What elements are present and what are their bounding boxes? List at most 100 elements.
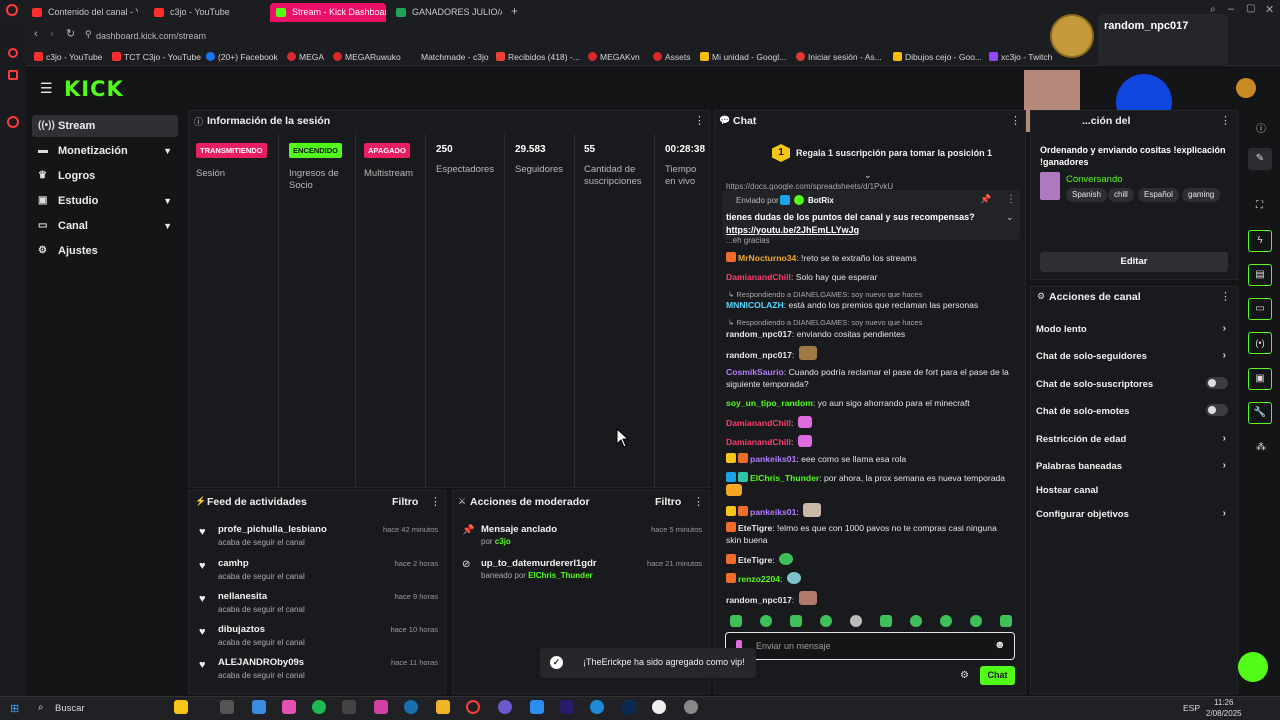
bookmark[interactable]: Dibujos cejo - Goo...	[893, 51, 982, 63]
spotify-icon[interactable]	[312, 700, 326, 714]
photoshop-icon[interactable]	[622, 700, 636, 714]
sidebar-item-monetizacion[interactable]: ▬ Monetización ▼	[32, 140, 178, 162]
broadcast-icon[interactable]: (•)	[1248, 332, 1272, 354]
action-restriccion-edad[interactable]: Restricción de edad ›	[1036, 433, 1230, 445]
user-avatar[interactable]	[1236, 78, 1256, 98]
emote-icon[interactable]	[940, 615, 952, 627]
tag-chip[interactable]: chill	[1108, 188, 1134, 202]
opera-logo-icon[interactable]	[6, 4, 18, 16]
back-icon[interactable]: ‹	[34, 28, 38, 40]
emote-icon[interactable]	[970, 615, 982, 627]
language-indicator[interactable]: ESP	[1183, 703, 1200, 713]
taskbar-app-icon[interactable]	[530, 700, 544, 714]
chat-input-box[interactable]: Enviar un mensaje ☻	[725, 632, 1015, 660]
category-thumbnail[interactable]	[1040, 172, 1060, 200]
forward-icon[interactable]: ›	[50, 28, 54, 40]
url-field[interactable]: dashboard.kick.com/stream	[96, 28, 816, 44]
emote-icon[interactable]	[850, 615, 862, 627]
taskbar-app-icon[interactable]	[282, 700, 296, 714]
bookmark[interactable]: Recibidos (418) -...	[496, 51, 580, 63]
feed-menu-icon[interactable]: ⋮	[430, 495, 441, 508]
emoji-icon[interactable]: ☻	[994, 639, 1006, 651]
close-window-icon[interactable]: ✕	[1265, 3, 1274, 16]
wrench-icon[interactable]: 🔧	[1248, 402, 1272, 424]
mod-filter-button[interactable]: Filtro	[655, 496, 681, 508]
emote-icon[interactable]	[760, 615, 772, 627]
bookmark[interactable]: MEGA	[287, 51, 324, 63]
kick-logo[interactable]: KICK	[64, 77, 124, 101]
action-solo-suscriptores[interactable]: Chat de solo-suscriptores	[1036, 377, 1230, 390]
chat-input-placeholder[interactable]: Enviar un mensaje	[756, 641, 831, 651]
chat-settings-icon[interactable]: ⚙	[960, 670, 969, 681]
bookmark[interactable]: Mi unidad - Googl...	[700, 51, 786, 63]
pencil-icon[interactable]: ✎	[1248, 148, 1272, 170]
taskbar-app-icon[interactable]	[684, 700, 698, 714]
category-name[interactable]: Conversando	[1066, 174, 1123, 185]
tag-chip[interactable]: Spanish	[1066, 188, 1107, 202]
pin-icon[interactable]: 📌	[980, 194, 991, 205]
maximize-icon[interactable]: ▢	[1246, 3, 1255, 14]
video-icon[interactable]: ▣	[1248, 368, 1272, 390]
session-menu-icon[interactable]: ⋮	[694, 114, 705, 127]
sidebar-item-stream[interactable]: ((•)) Stream	[32, 115, 178, 137]
stream-info-menu-icon[interactable]: ⋮	[1220, 114, 1231, 127]
tag-chip[interactable]: Español	[1138, 188, 1179, 202]
messenger-icon[interactable]	[7, 116, 19, 128]
steam-icon[interactable]	[404, 700, 418, 714]
file-explorer-icon[interactable]	[436, 700, 450, 714]
opera-icon[interactable]	[466, 700, 480, 714]
bookmark[interactable]: Iniciar sesión - As...	[796, 51, 882, 63]
emote-icon[interactable]	[730, 615, 742, 627]
aria-icon[interactable]	[8, 70, 18, 80]
tab-contenido[interactable]: Contenido del canal - You	[26, 3, 138, 22]
edit-stream-button[interactable]: Editar	[1040, 252, 1228, 272]
sidebar-item-canal[interactable]: ▭ Canal ▼	[32, 215, 178, 237]
edge-icon[interactable]	[590, 700, 604, 714]
pinned-menu-icon[interactable]: ⋮	[1006, 194, 1016, 205]
sidebar-item-estudio[interactable]: ▣ Estudio ▼	[32, 190, 178, 212]
bookmark[interactable]: xc3jo - Twitch	[989, 51, 1052, 63]
hamburger-menu-icon[interactable]: ☰	[40, 80, 53, 97]
pinned-link[interactable]: https://youtu.be/2JhEmLLYwJg	[726, 225, 859, 235]
chevron-down-icon[interactable]: ⌄	[1006, 212, 1014, 223]
bookmark[interactable]: TCT C3jo - YouTube	[112, 51, 201, 63]
tab-c3jo-youtube[interactable]: c3jo - YouTube	[148, 3, 260, 22]
bookmark[interactable]: c3jo - YouTube	[34, 51, 102, 63]
taskbar-app-icon[interactable]	[342, 700, 356, 714]
new-tab-icon[interactable]: +	[511, 4, 518, 18]
taskbar-app-icon[interactable]	[174, 700, 188, 714]
bookmark[interactable]: MEGARuwuko	[333, 51, 401, 63]
taskbar-search[interactable]: Buscar	[55, 703, 85, 714]
bookmark[interactable]: Assets	[653, 51, 691, 63]
opera-icon[interactable]	[8, 48, 18, 58]
windows-start-icon[interactable]: ⊞	[10, 702, 19, 715]
help-chat-icon[interactable]	[1238, 652, 1268, 682]
taskbar-app-icon[interactable]	[652, 700, 666, 714]
emote-icon[interactable]	[910, 615, 922, 627]
document-icon[interactable]: ▤	[1248, 264, 1272, 286]
premiere-icon[interactable]	[560, 700, 574, 714]
sub-goal-text[interactable]: Regala 1 suscripción para tomar la posic…	[796, 148, 992, 158]
taskbar-app-icon[interactable]	[252, 700, 266, 714]
action-hostear-canal[interactable]: Hostear canal	[1036, 485, 1230, 496]
tab-kick-dashboard[interactable]: Stream - Kick Dashboard	[270, 3, 386, 22]
clock-time[interactable]: 11:26	[1214, 698, 1233, 707]
taskview-icon[interactable]	[220, 700, 234, 714]
share-icon[interactable]: ⁂	[1256, 442, 1266, 453]
mod-menu-icon[interactable]: ⋮	[693, 495, 704, 508]
channel-actions-menu-icon[interactable]: ⋮	[1220, 290, 1231, 303]
bookmark[interactable]: Matchmade - c3jo	[421, 51, 489, 63]
clock-date[interactable]: 2/08/2025	[1206, 709, 1242, 718]
action-solo-emotes[interactable]: Chat de solo-emotes	[1036, 404, 1230, 417]
bookmark[interactable]: MEGAKvn	[588, 51, 640, 63]
emote-icon[interactable]	[790, 615, 802, 627]
tab-ganadores[interactable]: GANADORES JULIO/AGO	[390, 3, 502, 22]
chat-icon[interactable]: ▭	[1248, 298, 1272, 320]
subs-only-toggle[interactable]	[1206, 377, 1228, 389]
emotes-only-toggle[interactable]	[1206, 404, 1228, 416]
reload-icon[interactable]: ↻	[66, 27, 75, 40]
sidebar-item-ajustes[interactable]: ⚙ Ajustes	[32, 240, 178, 262]
send-chat-button[interactable]: Chat	[980, 666, 1015, 685]
site-info-icon[interactable]: ⚲	[85, 29, 92, 40]
fullscreen-icon[interactable]: ⛶	[1256, 200, 1263, 211]
